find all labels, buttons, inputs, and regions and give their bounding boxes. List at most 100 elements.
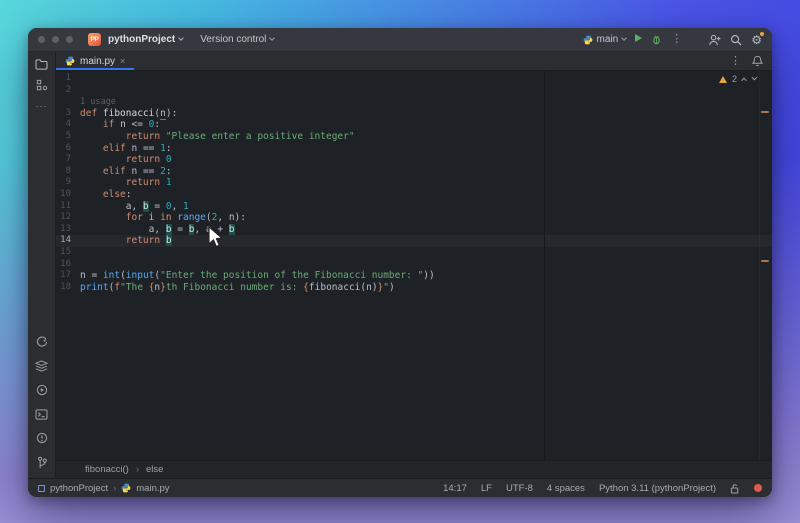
code-text: return b [125, 235, 172, 247]
notifications-button[interactable] [752, 55, 763, 67]
line-number: 7 [65, 154, 71, 165]
bell-icon [752, 55, 763, 67]
breadcrumb-item-function[interactable]: fibonacci() [85, 464, 129, 475]
encoding-widget[interactable]: UTF-8 [506, 483, 533, 494]
line-number: 8 [65, 165, 71, 176]
error-stripe[interactable] [759, 71, 772, 460]
folder-icon [35, 58, 48, 70]
more-tool-windows-button[interactable]: ··· [32, 97, 52, 115]
run-button[interactable] [635, 34, 643, 45]
line-number: 11 [60, 200, 71, 211]
chevron-up-icon[interactable] [741, 77, 747, 84]
code-text: a, b = b, a + b [80, 223, 235, 235]
unlocked-padlock-icon [730, 483, 739, 494]
code-text: def fibonacci(n): [80, 107, 178, 120]
project-tool-button[interactable] [32, 55, 52, 73]
line-number: 14 [60, 235, 71, 246]
code-line[interactable]: 7 return 0 [56, 154, 772, 166]
line-separator-widget[interactable]: LF [481, 483, 492, 494]
vcs-label: Version control [200, 34, 267, 45]
line-number: 15 [60, 246, 71, 257]
status-bar: pythonProject › main.py 14:17 LF UTF-8 4… [28, 478, 772, 497]
status-project-name[interactable]: pythonProject [50, 483, 108, 494]
breadcrumb-separator: › [135, 464, 139, 475]
python-console-tool-button[interactable] [32, 333, 52, 351]
code-line[interactable]: 3 def fibonacci(n): [56, 107, 772, 120]
code-editor[interactable]: 12 1 usage 3 def fibonacci(n): 4 if n <= 0: 5… [56, 71, 772, 460]
debug-button[interactable] [651, 34, 662, 45]
window-close-button[interactable] [38, 36, 45, 43]
window-zoom-button[interactable] [66, 36, 73, 43]
version-control-tool-button[interactable] [32, 453, 52, 471]
chevron-down-icon [269, 35, 276, 41]
problems-icon [36, 432, 47, 444]
code-line[interactable]: 2 [56, 85, 772, 97]
title-bar: PP pythonProject Version control main ⋮ … [28, 28, 772, 52]
code-line[interactable]: 8 elif n == 2: [56, 166, 772, 178]
breadcrumb-item-block[interactable]: else [146, 464, 163, 475]
code-line[interactable]: 6 elif n == 1: [56, 143, 772, 155]
add-user-icon [709, 34, 721, 45]
readonly-toggle[interactable] [730, 483, 740, 494]
code-line[interactable]: 1 [56, 73, 772, 85]
commit-tool-button[interactable] [32, 76, 52, 94]
run-configuration-widget[interactable]: main [583, 34, 628, 45]
python-file-icon [121, 483, 131, 493]
python-logo-icon [583, 35, 592, 44]
code-line[interactable]: 12 for i in range(2, n): [56, 212, 772, 224]
code-text: a, b = 0, 1 [80, 200, 189, 212]
python-packages-tool-button[interactable] [32, 357, 52, 375]
code-line[interactable]: 10 else: [56, 189, 772, 201]
project-widget[interactable]: pythonProject [108, 34, 185, 45]
window-minimize-button[interactable] [52, 36, 59, 43]
code-line[interactable]: 13 a, b = b, a + b [56, 223, 772, 236]
close-icon[interactable]: × [120, 56, 125, 66]
warning-count: 2 [731, 74, 737, 84]
editor-options-button[interactable]: ⋮ [730, 55, 741, 67]
code-line[interactable]: 15 [56, 247, 772, 259]
activity-bar: ··· [28, 52, 56, 478]
play-circle-icon [36, 384, 47, 396]
code-text: 1 usage [80, 96, 116, 108]
commit-icon [36, 79, 47, 91]
inspections-widget[interactable]: 2 [718, 74, 758, 84]
status-file-name[interactable]: main.py [136, 483, 169, 494]
usages-inlay-hint[interactable]: 1 usage [80, 97, 116, 107]
code-text: n = int(input("Enter the position of the… [80, 270, 435, 282]
code-line[interactable]: 11 a, b = 0, 1 [56, 200, 772, 213]
bug-icon [653, 35, 661, 45]
code-line[interactable]: 18 print(f"The {n}th Fibonacci number is:… [56, 282, 772, 294]
git-branch-icon [37, 456, 47, 468]
problems-tool-button[interactable] [32, 429, 52, 447]
code-line[interactable]: 14 return b [56, 235, 772, 247]
tab-label: main.py [80, 55, 116, 67]
code-line[interactable]: 4 if n <= 0: [56, 119, 772, 131]
warning-icon [718, 75, 727, 83]
interpreter-widget[interactable]: Python 3.11 (pythonProject) [599, 483, 716, 494]
line-number: 12 [60, 212, 71, 223]
code-line[interactable]: 9 return 1 [56, 177, 772, 189]
workspace-icon [38, 484, 45, 492]
services-tool-button[interactable] [32, 381, 52, 399]
warning-stripe-mark[interactable] [761, 111, 769, 113]
terminal-tool-button[interactable] [32, 405, 52, 423]
caret-position-widget[interactable]: 14:17 [443, 483, 467, 494]
breadcrumb: fibonacci() › else [56, 460, 772, 478]
code-line[interactable]: 16 [56, 259, 772, 271]
search-everywhere-button[interactable] [730, 34, 742, 46]
editor-tab-bar: main.py × ⋮ [56, 52, 772, 71]
more-actions-button[interactable]: ⋮ [671, 34, 682, 45]
line-number: 2 [65, 84, 71, 95]
line-number [56, 96, 80, 108]
warning-stripe-mark[interactable] [761, 260, 769, 262]
tab-main-py[interactable]: main.py × [56, 52, 135, 70]
vcs-widget[interactable]: Version control [200, 34, 276, 45]
code-with-me-button[interactable] [708, 34, 721, 46]
code-line[interactable]: 5 return "Please enter a positive intege… [56, 131, 772, 143]
code-text: print(f"The {n}th Fibonacci number is: {… [80, 281, 395, 293]
indent-widget[interactable]: 4 spaces [547, 483, 585, 494]
code-line[interactable]: 17 n = int(input("Enter the position of t… [56, 270, 772, 282]
inlay-hint-line[interactable]: 1 usage [56, 96, 772, 108]
line-number: 17 [60, 270, 71, 281]
settings-button[interactable]: ⚙ [751, 31, 764, 46]
